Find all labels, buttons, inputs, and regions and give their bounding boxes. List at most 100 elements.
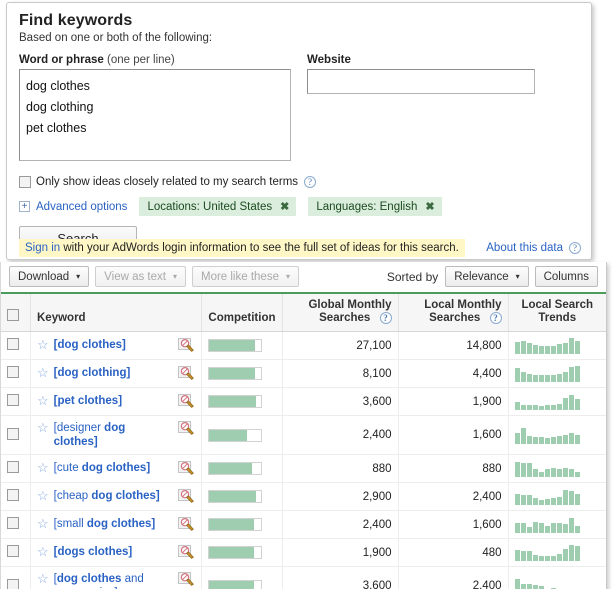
global-monthly-searches-cell: 2,900 (282, 482, 399, 511)
trend-bar (538, 405, 544, 410)
keyword-link[interactable]: [small dog clothes] (54, 517, 156, 531)
help-icon[interactable]: ? (379, 312, 392, 324)
row-select-cell[interactable] (1, 331, 31, 360)
table-row[interactable]: ☆ [small dog clothes] 2,400 1,600 (1, 510, 606, 539)
about-help-icon[interactable]: ? (569, 242, 581, 254)
select-all-checkbox[interactable] (7, 309, 19, 321)
trend-bar (526, 584, 532, 589)
search-refine-icon[interactable] (178, 517, 195, 532)
table-row[interactable]: ☆ [cheap dog clothes] 2,900 2,400 (1, 482, 606, 511)
row-checkbox[interactable] (7, 366, 19, 378)
star-icon[interactable]: ☆ (37, 572, 49, 585)
star-icon[interactable]: ☆ (37, 489, 49, 502)
header-local-search-trends[interactable]: Local Search Trends (508, 294, 606, 332)
search-refine-icon[interactable] (178, 489, 195, 504)
expand-plus-icon[interactable]: + (19, 201, 30, 212)
star-icon[interactable]: ☆ (37, 338, 49, 351)
select-all-header[interactable] (1, 294, 31, 332)
row-checkbox[interactable] (7, 427, 19, 440)
keywords-textarea[interactable]: dog clothes dog clothing pet clothes (19, 69, 291, 161)
table-row[interactable]: ☆ [dog clothes] 27,100 14,800 (1, 331, 606, 360)
keyword-link[interactable]: [cute dog clothes] (54, 461, 151, 475)
star-icon[interactable]: ☆ (37, 421, 49, 434)
search-refine-icon[interactable] (178, 421, 195, 436)
trend-bar (574, 435, 580, 444)
word-or-phrase-label-note: (one per line) (106, 54, 175, 66)
trend-bar (514, 402, 520, 410)
local-monthly-searches-cell: 2,400 (398, 566, 509, 589)
header-gms-line1: Global Monthly (308, 299, 392, 311)
trend-bar (574, 399, 580, 410)
row-select-cell[interactable] (1, 415, 31, 455)
trend-bar (550, 498, 556, 505)
table-row[interactable]: ☆ [pet clothes] 3,600 1,900 (1, 387, 606, 416)
row-checkbox[interactable] (7, 545, 19, 557)
header-keyword[interactable]: Keyword (30, 294, 203, 332)
header-competition[interactable]: Competition (201, 294, 283, 332)
keyword-link[interactable]: [designer dog clothes] (54, 421, 173, 449)
keyword-link[interactable]: [cheap dog clothes] (54, 489, 160, 503)
keyword-link[interactable]: [dogs clothes] (54, 545, 133, 559)
star-icon[interactable]: ☆ (37, 366, 49, 379)
download-button[interactable]: Download ▾ (9, 266, 90, 287)
row-checkbox[interactable] (7, 338, 19, 350)
keyword-link[interactable]: [dog clothes] (54, 338, 126, 352)
advanced-options-link[interactable]: Advanced options (36, 201, 127, 213)
help-icon[interactable]: ? (489, 312, 502, 324)
star-icon[interactable]: ☆ (37, 545, 49, 558)
header-global-monthly-searches[interactable]: Global Monthly Searches ? (282, 294, 399, 332)
view-as-text-button[interactable]: View as text ▾ (95, 266, 186, 287)
table-row[interactable]: ☆ [dog clothing] 8,100 4,400 (1, 359, 606, 388)
row-select-cell[interactable] (1, 566, 31, 589)
table-row[interactable]: ☆ [cute dog clothes] 880 880 (1, 454, 606, 483)
more-like-these-button[interactable]: More like these ▾ (191, 266, 299, 287)
about-this-data-link[interactable]: About this data (486, 242, 563, 254)
table-row[interactable]: ☆ [dogs clothes] 1,900 480 (1, 538, 606, 567)
keyword-link[interactable]: [dog clothes and accessories] (54, 572, 173, 589)
only-show-checkbox[interactable] (19, 176, 31, 188)
chip-locations[interactable]: Locations: United States ✖ (139, 197, 297, 216)
row-checkbox[interactable] (7, 578, 19, 589)
sign-in-link[interactable]: Sign in (25, 242, 60, 254)
row-checkbox[interactable] (7, 394, 19, 406)
row-checkbox[interactable] (7, 489, 19, 501)
star-icon[interactable]: ☆ (37, 517, 49, 530)
local-search-trends-cell (508, 510, 606, 539)
row-select-cell[interactable] (1, 510, 31, 539)
trend-bar (544, 555, 550, 561)
trend-bar (562, 548, 568, 561)
row-select-cell[interactable] (1, 387, 31, 416)
table-row[interactable]: ☆ [designer dog clothes] 2,400 1,600 (1, 415, 606, 455)
star-icon[interactable]: ☆ (37, 394, 49, 407)
global-monthly-searches-cell: 27,100 (282, 331, 399, 360)
website-input[interactable] (307, 69, 535, 94)
columns-button[interactable]: Columns (534, 266, 598, 287)
search-refine-icon[interactable] (178, 338, 195, 353)
star-icon[interactable]: ☆ (37, 461, 49, 474)
row-select-cell[interactable] (1, 538, 31, 567)
chip-locations-close-icon[interactable]: ✖ (280, 200, 289, 213)
row-select-cell[interactable] (1, 454, 31, 483)
search-refine-icon[interactable] (178, 461, 195, 476)
row-checkbox[interactable] (7, 517, 19, 529)
row-select-cell[interactable] (1, 482, 31, 511)
search-refine-icon[interactable] (178, 545, 195, 560)
table-row[interactable]: ☆ [dog clothes and accessories] 3,6002,400 (1, 566, 606, 589)
trend-bar (514, 341, 520, 354)
header-local-monthly-searches[interactable]: Local Monthly Searches ? (398, 294, 509, 332)
keyword-link[interactable]: [dog clothing] (54, 366, 131, 380)
keyword-link[interactable]: [pet clothes] (54, 394, 122, 408)
row-select-cell[interactable] (1, 359, 31, 388)
keyword-cell: ☆ [small dog clothes] (30, 510, 203, 539)
sort-dropdown[interactable]: Relevance ▾ (445, 266, 529, 287)
help-icon[interactable]: ? (304, 176, 317, 188)
search-refine-icon[interactable] (178, 366, 195, 381)
search-refine-icon[interactable] (178, 394, 195, 409)
chip-languages[interactable]: Languages: English ✖ (308, 197, 442, 216)
competition-bar-fill (209, 580, 255, 589)
competition-bar (208, 428, 263, 442)
competition-bar-fill (209, 396, 257, 407)
chip-languages-close-icon[interactable]: ✖ (425, 200, 434, 213)
search-refine-icon[interactable] (178, 572, 195, 587)
row-checkbox[interactable] (7, 461, 19, 473)
